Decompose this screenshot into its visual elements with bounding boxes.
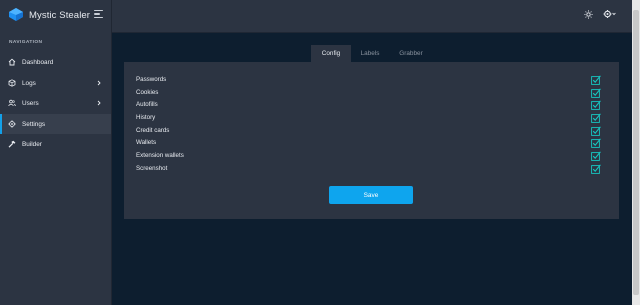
menu-toggle-icon[interactable] — [94, 10, 103, 18]
scrollbar-thumb[interactable] — [633, 10, 639, 295]
option-label-screenshot: Screenshot — [136, 165, 168, 172]
sidebar-item-label: Dashboard — [22, 58, 54, 66]
sidebar-item-logs[interactable]: Logs — [0, 73, 111, 93]
checkbox-extension-wallets[interactable] — [591, 151, 601, 161]
sidebar-item-dashboard[interactable]: Dashboard — [0, 52, 111, 72]
option-label-wallets: Wallets — [136, 139, 157, 146]
sun-icon[interactable] — [584, 10, 593, 19]
tab-config[interactable]: Config — [311, 45, 351, 62]
option-label-history: History — [136, 114, 156, 121]
checkbox-cookies[interactable] — [591, 88, 601, 98]
sidebar-item-label: Builder — [22, 140, 42, 148]
users-icon — [8, 99, 16, 107]
sidebar-item-label: Logs — [22, 79, 36, 87]
checkbox-wallets[interactable] — [591, 138, 601, 148]
sidebar-item-label: Settings — [22, 120, 46, 128]
option-label-cookies: Cookies — [136, 89, 159, 96]
chevron-right-icon — [97, 80, 101, 86]
option-label-extension-wallets: Extension wallets — [136, 152, 184, 159]
sidebar-item-users[interactable]: Users — [0, 93, 111, 113]
sidebar-item-label: Users — [22, 99, 39, 107]
config-panel: Passwords Cookies Autofills History Cred… — [124, 62, 619, 219]
option-label-autofills: Autofills — [136, 101, 158, 108]
checkbox-passwords[interactable] — [591, 75, 601, 85]
nav-heading: NAVIGATION — [9, 40, 43, 45]
checkbox-credit-cards[interactable] — [591, 126, 601, 136]
checkbox-screenshot[interactable] — [591, 164, 601, 174]
option-label-passwords: Passwords — [136, 76, 167, 83]
gear-icon — [8, 120, 16, 128]
hammer-icon — [8, 140, 16, 148]
sidebar-item-settings[interactable]: Settings — [0, 114, 111, 134]
sidebar-item-builder[interactable]: Builder — [0, 134, 111, 154]
top-bar — [112, 0, 632, 33]
box-icon — [8, 79, 16, 87]
app-name: Mystic Stealer — [29, 9, 91, 21]
sidebar: Mystic Stealer NAVIGATION Dashboard Logs… — [0, 0, 112, 305]
settings-dropdown-icon[interactable] — [603, 9, 616, 19]
save-button[interactable]: Save — [329, 186, 413, 204]
checkbox-history[interactable] — [591, 113, 601, 123]
brand[interactable]: Mystic Stealer — [8, 6, 90, 24]
home-icon — [8, 58, 16, 66]
checkbox-autofills[interactable] — [591, 100, 601, 110]
logo-icon — [9, 8, 23, 21]
option-label-credit-cards: Credit cards — [136, 127, 170, 134]
chevron-right-icon — [97, 100, 101, 106]
tab-labels[interactable]: Labels — [351, 45, 389, 62]
tab-grabber[interactable]: Grabber — [389, 45, 433, 62]
settings-tabs: Config Labels Grabber — [311, 45, 433, 62]
